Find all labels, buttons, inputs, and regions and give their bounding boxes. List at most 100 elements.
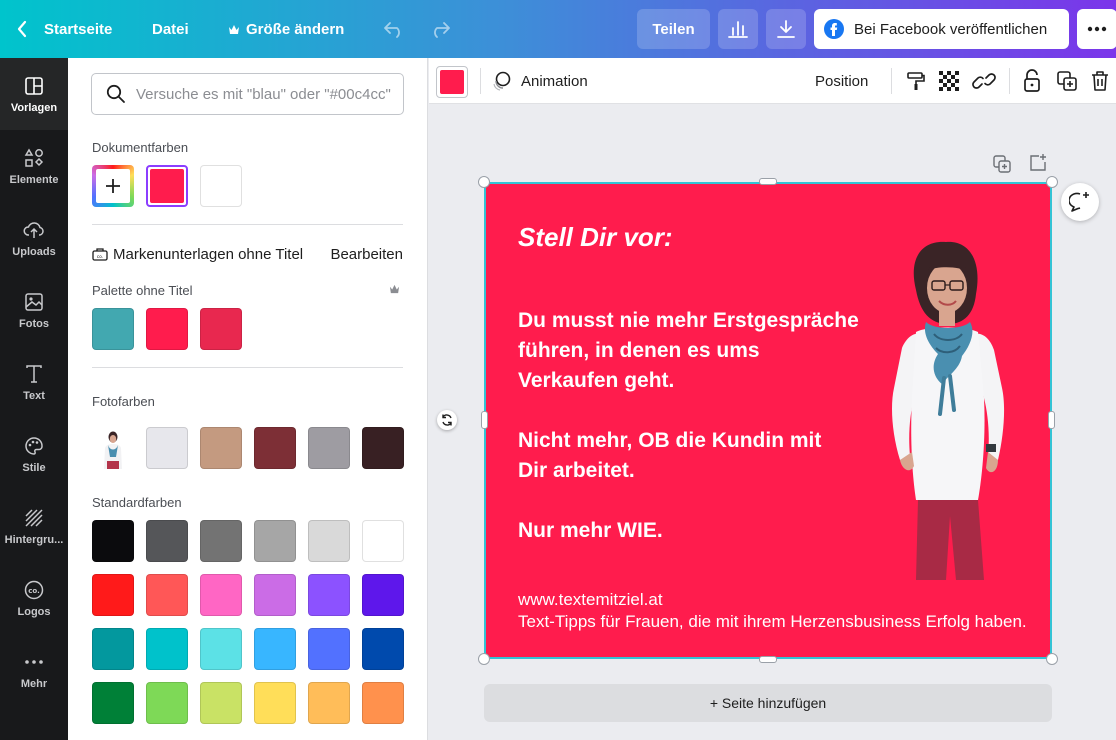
standard-color-swatch[interactable] xyxy=(146,520,188,562)
photo-color-swatch-2[interactable] xyxy=(200,427,242,469)
rail-item-text[interactable]: Text xyxy=(0,346,68,418)
standard-color-swatch[interactable] xyxy=(362,682,404,724)
resize-button[interactable]: Größe ändern xyxy=(228,0,344,58)
standard-color-swatch[interactable] xyxy=(200,574,242,616)
design-page[interactable]: Stell Dir vor: Du musst nie mehr Erstges… xyxy=(484,182,1052,659)
download-button[interactable] xyxy=(766,9,806,49)
text-icon xyxy=(26,365,42,383)
comment-button[interactable] xyxy=(1061,183,1099,221)
rail-item-styles[interactable]: Stile xyxy=(0,418,68,490)
palette-swatch-2[interactable] xyxy=(146,308,188,350)
rotate-handle[interactable] xyxy=(437,410,457,430)
add-page-icon[interactable] xyxy=(1028,153,1048,173)
photo-color-swatch-3[interactable] xyxy=(254,427,296,469)
footer-text-block[interactable]: www.textemitziel.at Text-Tipps für Fraue… xyxy=(518,589,1027,633)
resize-handle-top-left[interactable] xyxy=(478,176,490,188)
resize-handle-bottom[interactable] xyxy=(759,656,777,663)
color-search[interactable] xyxy=(91,73,404,115)
color-search-input[interactable] xyxy=(136,85,396,103)
body-text-block[interactable]: Du musst nie mehr Erstgespräche führen, … xyxy=(518,306,859,546)
standard-color-swatch[interactable] xyxy=(362,520,404,562)
add-page-label: + Seite hinzufügen xyxy=(709,695,827,711)
palette-swatch-3[interactable] xyxy=(200,308,242,350)
editor-toolbar: Animation Position xyxy=(429,58,1116,104)
photo-color-swatch-1[interactable] xyxy=(146,427,188,469)
trash-icon[interactable] xyxy=(1090,69,1110,93)
paint-roller-icon[interactable] xyxy=(905,70,927,92)
standard-color-swatch[interactable] xyxy=(92,628,134,670)
rail-item-logos[interactable]: co. Logos xyxy=(0,562,68,634)
rotate-icon xyxy=(442,414,452,426)
text-color-button[interactable] xyxy=(436,66,468,98)
resize-handle-left[interactable] xyxy=(481,411,488,429)
standard-color-swatch[interactable] xyxy=(146,574,188,616)
duplicate-icon[interactable] xyxy=(1056,70,1078,92)
standard-color-swatch[interactable] xyxy=(92,574,134,616)
lock-icon[interactable] xyxy=(1022,69,1042,93)
photo-color-swatch-5[interactable] xyxy=(362,427,404,469)
photo-thumbnail[interactable] xyxy=(92,427,134,469)
document-color-swatch-1[interactable] xyxy=(146,165,188,207)
standard-color-swatch[interactable] xyxy=(200,682,242,724)
resize-handle-bottom-left[interactable] xyxy=(478,653,490,665)
toolbar-divider xyxy=(480,68,481,94)
body-line: Nur mehr WIE. xyxy=(518,519,663,542)
templates-icon xyxy=(25,77,43,95)
file-menu[interactable]: Datei xyxy=(152,0,189,58)
animation-button[interactable]: Animation xyxy=(491,58,588,104)
redo-button[interactable] xyxy=(429,0,451,58)
standard-color-swatch[interactable] xyxy=(254,520,296,562)
standard-color-swatch[interactable] xyxy=(92,682,134,724)
standard-color-swatch[interactable] xyxy=(362,574,404,616)
rail-item-uploads[interactable]: Uploads xyxy=(0,202,68,274)
ellipsis-icon xyxy=(1087,26,1107,32)
undo-button[interactable] xyxy=(383,0,405,58)
standard-color-swatch[interactable] xyxy=(308,520,350,562)
standard-color-swatch[interactable] xyxy=(362,628,404,670)
resize-handle-right[interactable] xyxy=(1048,411,1055,429)
publish-facebook-button[interactable]: Bei Facebook veröffentlichen xyxy=(814,9,1069,49)
insights-button[interactable] xyxy=(718,9,758,49)
standard-color-swatch[interactable] xyxy=(254,574,296,616)
standard-color-swatch[interactable] xyxy=(146,628,188,670)
link-icon[interactable] xyxy=(972,70,996,92)
woman-photo[interactable] xyxy=(870,238,1020,580)
share-button[interactable]: Teilen xyxy=(637,9,710,49)
copy-page-icon[interactable] xyxy=(992,154,1012,174)
headline-text[interactable]: Stell Dir vor: xyxy=(518,222,673,253)
standard-color-swatch[interactable] xyxy=(92,520,134,562)
photo-color-swatch-4[interactable] xyxy=(308,427,350,469)
rail-label-photos: Fotos xyxy=(19,318,49,330)
standard-color-swatch[interactable] xyxy=(200,628,242,670)
standard-color-swatch[interactable] xyxy=(254,628,296,670)
rail-item-templates[interactable]: Vorlagen xyxy=(0,58,68,130)
document-color-fill-1 xyxy=(150,169,184,203)
add-page-button[interactable]: + Seite hinzufügen xyxy=(484,684,1052,722)
standard-color-swatch[interactable] xyxy=(146,682,188,724)
position-button[interactable]: Position xyxy=(815,58,868,104)
standard-color-swatch[interactable] xyxy=(200,520,242,562)
brand-edit-link[interactable]: Bearbeiten xyxy=(330,246,403,263)
bar-chart-icon xyxy=(728,21,748,38)
palette-swatch-1[interactable] xyxy=(92,308,134,350)
brand-kit-label: Markenunterlagen ohne Titel xyxy=(113,245,304,263)
divider xyxy=(92,224,403,225)
standard-color-swatch[interactable] xyxy=(308,574,350,616)
rail-item-elements[interactable]: Elemente xyxy=(0,130,68,202)
more-options-button[interactable] xyxy=(1077,9,1116,49)
document-color-swatch-2[interactable] xyxy=(200,165,242,207)
home-link[interactable]: Startseite xyxy=(16,0,112,58)
standard-color-swatch[interactable] xyxy=(254,682,296,724)
resize-handle-bottom-right[interactable] xyxy=(1046,653,1058,665)
rail-item-more[interactable]: Mehr xyxy=(0,634,68,706)
standard-color-swatch[interactable] xyxy=(308,682,350,724)
add-color-button[interactable] xyxy=(92,165,134,207)
standard-color-swatch[interactable] xyxy=(308,628,350,670)
resize-handle-top[interactable] xyxy=(759,178,777,185)
transparency-icon[interactable] xyxy=(939,71,959,91)
rail-item-photos[interactable]: Fotos xyxy=(0,274,68,346)
rail-item-background[interactable]: Hintergru... xyxy=(0,490,68,562)
resize-handle-top-right[interactable] xyxy=(1046,176,1058,188)
